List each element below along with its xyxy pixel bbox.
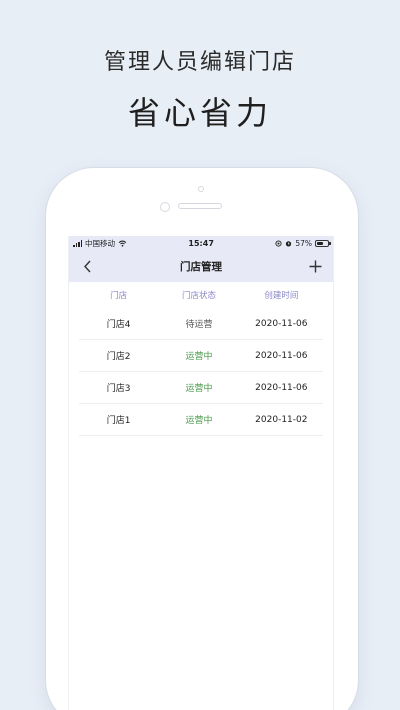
back-button[interactable] bbox=[79, 258, 95, 274]
battery-percent: 57% bbox=[295, 238, 312, 248]
store-status: 运营中 bbox=[185, 416, 213, 426]
add-store-button[interactable] bbox=[307, 258, 323, 274]
status-time: 15:47 bbox=[188, 238, 214, 248]
store-name: 门店2 bbox=[106, 352, 131, 362]
table-row[interactable]: 门店1 运营中 2020-11-02 bbox=[79, 404, 323, 436]
alarm-icon bbox=[286, 240, 292, 246]
sensor-dot bbox=[160, 202, 170, 212]
orientation-lock-icon bbox=[275, 239, 282, 247]
page-title: 门店管理 bbox=[180, 260, 222, 273]
phone-frame: 中国移动 15:47 57% 门店管理 门店 门店状态 创建时间 门店4 待运营… bbox=[46, 168, 358, 710]
table-row[interactable]: 门店2 运营中 2020-11-06 bbox=[79, 340, 323, 372]
column-header-store: 门店 bbox=[110, 291, 128, 301]
promo-slogan: 省心省力 bbox=[127, 94, 272, 132]
created-date: 2020-11-06 bbox=[255, 382, 308, 393]
store-status: 待运营 bbox=[185, 320, 213, 330]
promo-headline: 管理人员编辑门店 bbox=[103, 50, 296, 75]
store-name: 门店3 bbox=[106, 384, 131, 394]
store-status: 运营中 bbox=[185, 384, 213, 394]
earpiece bbox=[178, 203, 222, 209]
created-date: 2020-11-06 bbox=[255, 350, 308, 361]
store-name: 门店4 bbox=[106, 320, 131, 330]
carrier-name: 中国移动 bbox=[85, 238, 115, 248]
created-date: 2020-11-02 bbox=[255, 414, 308, 425]
camera-dot bbox=[198, 186, 204, 192]
created-date: 2020-11-06 bbox=[255, 318, 308, 329]
store-status: 运营中 bbox=[185, 352, 213, 362]
nav-bar: 门店管理 bbox=[69, 250, 333, 282]
top-bar: 中国移动 15:47 57% 门店管理 bbox=[69, 236, 333, 282]
battery-icon bbox=[314, 239, 331, 247]
chevron-left-icon bbox=[83, 260, 91, 272]
status-bar: 中国移动 15:47 57% bbox=[69, 236, 333, 250]
battery-level bbox=[316, 241, 323, 245]
signal-icon bbox=[73, 239, 82, 247]
column-header-created: 创建时间 bbox=[264, 291, 299, 301]
table-row[interactable]: 门店4 待运营 2020-11-06 bbox=[79, 308, 323, 340]
store-name: 门店1 bbox=[106, 416, 131, 426]
wifi-icon bbox=[118, 240, 127, 247]
table-header: 门店 门店状态 创建时间 bbox=[69, 282, 333, 308]
table-row[interactable]: 门店3 运营中 2020-11-06 bbox=[79, 372, 323, 404]
plus-icon bbox=[309, 260, 321, 272]
store-table: 门店4 待运营 2020-11-06 门店2 运营中 2020-11-06 门店… bbox=[69, 308, 333, 436]
column-header-status: 门店状态 bbox=[182, 291, 217, 301]
app-screen: 中国移动 15:47 57% 门店管理 门店 门店状态 创建时间 门店4 待运营… bbox=[68, 236, 334, 710]
